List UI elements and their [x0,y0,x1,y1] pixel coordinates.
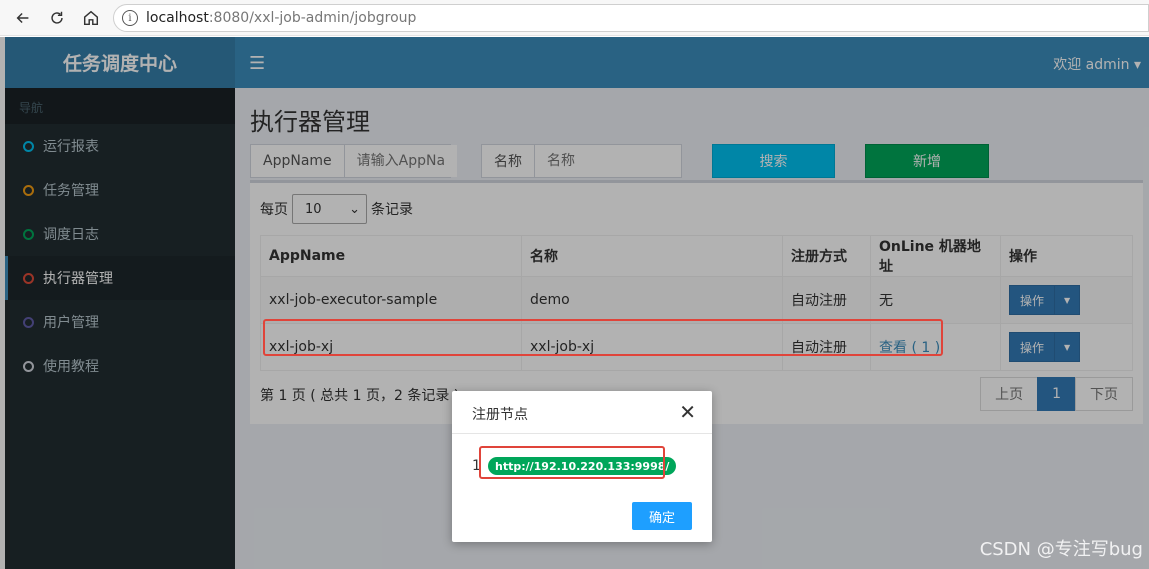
highlight-row-annotation [263,319,943,356]
address-bar[interactable]: i localhost:8080/xxl-job-admin/jobgroup [113,4,1149,32]
watermark: CSDN @专注写bug [979,539,1143,560]
back-icon[interactable] [12,7,34,29]
dialog-divider [452,433,712,434]
browser-toolbar: i localhost:8080/xxl-job-admin/jobgroup [0,0,1149,36]
highlight-url-annotation [479,446,665,479]
reload-icon[interactable] [46,7,68,29]
url-path: :8080/xxl-job-admin/jobgroup [208,10,417,26]
home-icon[interactable] [80,7,102,29]
confirm-button[interactable]: 确定 [632,502,692,530]
dialog-title: 注册节点 [472,407,528,423]
close-icon[interactable]: ✕ [679,400,696,424]
site-info-icon[interactable]: i [122,10,138,26]
url-host: localhost [146,10,209,26]
